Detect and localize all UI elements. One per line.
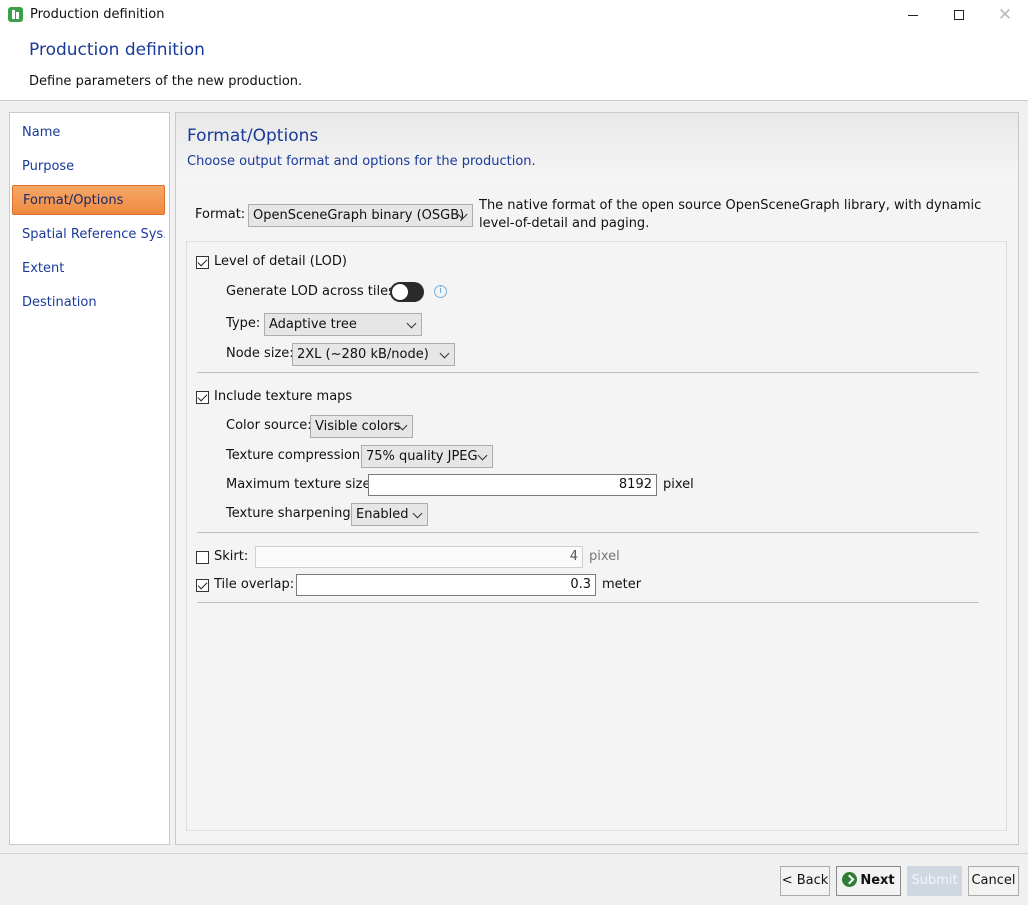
back-button[interactable]: < Back [780, 866, 830, 896]
color-source-value: Visible colors [315, 419, 401, 434]
texture-sharpening-value: Enabled [356, 507, 409, 522]
generate-lod-toggle[interactable] [390, 282, 424, 302]
texture-compression-value: 75% quality JPEG [366, 449, 478, 464]
max-texture-size-input[interactable]: 8192 [368, 474, 657, 496]
info-icon[interactable]: i [434, 285, 447, 298]
lod-type-label: Type: [226, 316, 261, 331]
next-button-label: Next [860, 873, 895, 888]
color-source-select[interactable]: Visible colors [310, 415, 413, 438]
texture-compression-select[interactable]: 75% quality JPEG [361, 445, 493, 468]
nav-item-spatial-reference[interactable]: Spatial Reference Sys... [12, 220, 165, 250]
texture-sharpening-label: Texture sharpening: [226, 506, 356, 521]
submit-button[interactable]: Submit [907, 866, 962, 896]
node-size-value: 2XL (~280 kB/node) [297, 347, 429, 362]
maximize-icon [954, 10, 964, 20]
lod-type-value: Adaptive tree [269, 317, 357, 332]
format-select[interactable]: OpenSceneGraph binary (OSGB) [248, 204, 473, 227]
lod-checkbox[interactable] [196, 256, 209, 269]
node-size-select[interactable]: 2XL (~280 kB/node) [292, 343, 455, 366]
format-select-value: OpenSceneGraph binary (OSGB) [253, 208, 465, 223]
lod-type-select[interactable]: Adaptive tree [264, 313, 422, 336]
header-divider [0, 100, 1028, 101]
app-icon [8, 7, 23, 22]
nav-item-extent[interactable]: Extent [12, 254, 165, 284]
close-icon: ✕ [997, 4, 1013, 25]
cancel-button[interactable]: Cancel [968, 866, 1019, 896]
toggle-knob [392, 284, 408, 300]
section-divider [197, 372, 979, 373]
skirt-unit: pixel [589, 549, 620, 564]
dialog-title: Production definition [29, 40, 205, 60]
page-title: Format/Options [187, 126, 319, 146]
chevron-down-icon [439, 348, 450, 359]
nav-item-purpose[interactable]: Purpose [12, 152, 165, 182]
dialog-header: Production definition Define parameters … [0, 30, 1028, 100]
chevron-down-icon [477, 450, 488, 461]
texture-compression-label: Texture compression: [226, 448, 365, 463]
skirt-checkbox[interactable] [196, 551, 209, 564]
skirt-label: Skirt: [214, 549, 249, 564]
skirt-input[interactable]: 4 [255, 546, 583, 568]
tile-overlap-input[interactable]: 0.3 [296, 574, 596, 596]
texture-sharpening-select[interactable]: Enabled [351, 503, 428, 526]
title-bar: Production definition ✕ [0, 0, 1028, 30]
window-title: Production definition [30, 7, 165, 22]
nav-item-format-options[interactable]: Format/Options [12, 185, 165, 215]
content-header: Format/Options Choose output format and … [176, 113, 1018, 183]
texture-checkbox[interactable] [196, 391, 209, 404]
max-texture-size-label: Maximum texture size: [226, 477, 375, 492]
section-divider [197, 602, 979, 603]
texture-label: Include texture maps [214, 389, 353, 404]
color-source-label: Color source: [226, 418, 312, 433]
nav-item-destination[interactable]: Destination [12, 288, 165, 318]
node-size-label: Node size: [226, 346, 294, 361]
format-label: Format: [195, 207, 246, 222]
nav-item-name[interactable]: Name [12, 118, 165, 148]
footer-divider [0, 853, 1028, 854]
minimize-icon [908, 14, 918, 16]
minimize-button[interactable] [890, 0, 936, 30]
generate-lod-label: Generate LOD across tiles: [226, 284, 400, 299]
chevron-down-icon [406, 318, 417, 329]
next-button[interactable]: Next [836, 866, 901, 896]
chevron-down-icon [412, 508, 423, 519]
tile-overlap-checkbox[interactable] [196, 579, 209, 592]
maximize-button[interactable] [936, 0, 982, 30]
close-button[interactable]: ✕ [982, 0, 1028, 30]
lod-label: Level of detail (LOD) [214, 254, 347, 269]
section-divider [197, 532, 979, 533]
max-texture-size-unit: pixel [663, 477, 694, 492]
tile-overlap-label: Tile overlap: [214, 577, 295, 592]
dialog-description: Define parameters of the new production. [29, 74, 303, 89]
page-description: Choose output format and options for the… [187, 154, 536, 169]
arrow-right-icon [842, 872, 858, 887]
tile-overlap-unit: meter [602, 577, 642, 592]
wizard-nav: Name Purpose Format/Options Spatial Refe… [9, 112, 170, 845]
format-description: The native format of the open source Ope… [479, 198, 982, 231]
